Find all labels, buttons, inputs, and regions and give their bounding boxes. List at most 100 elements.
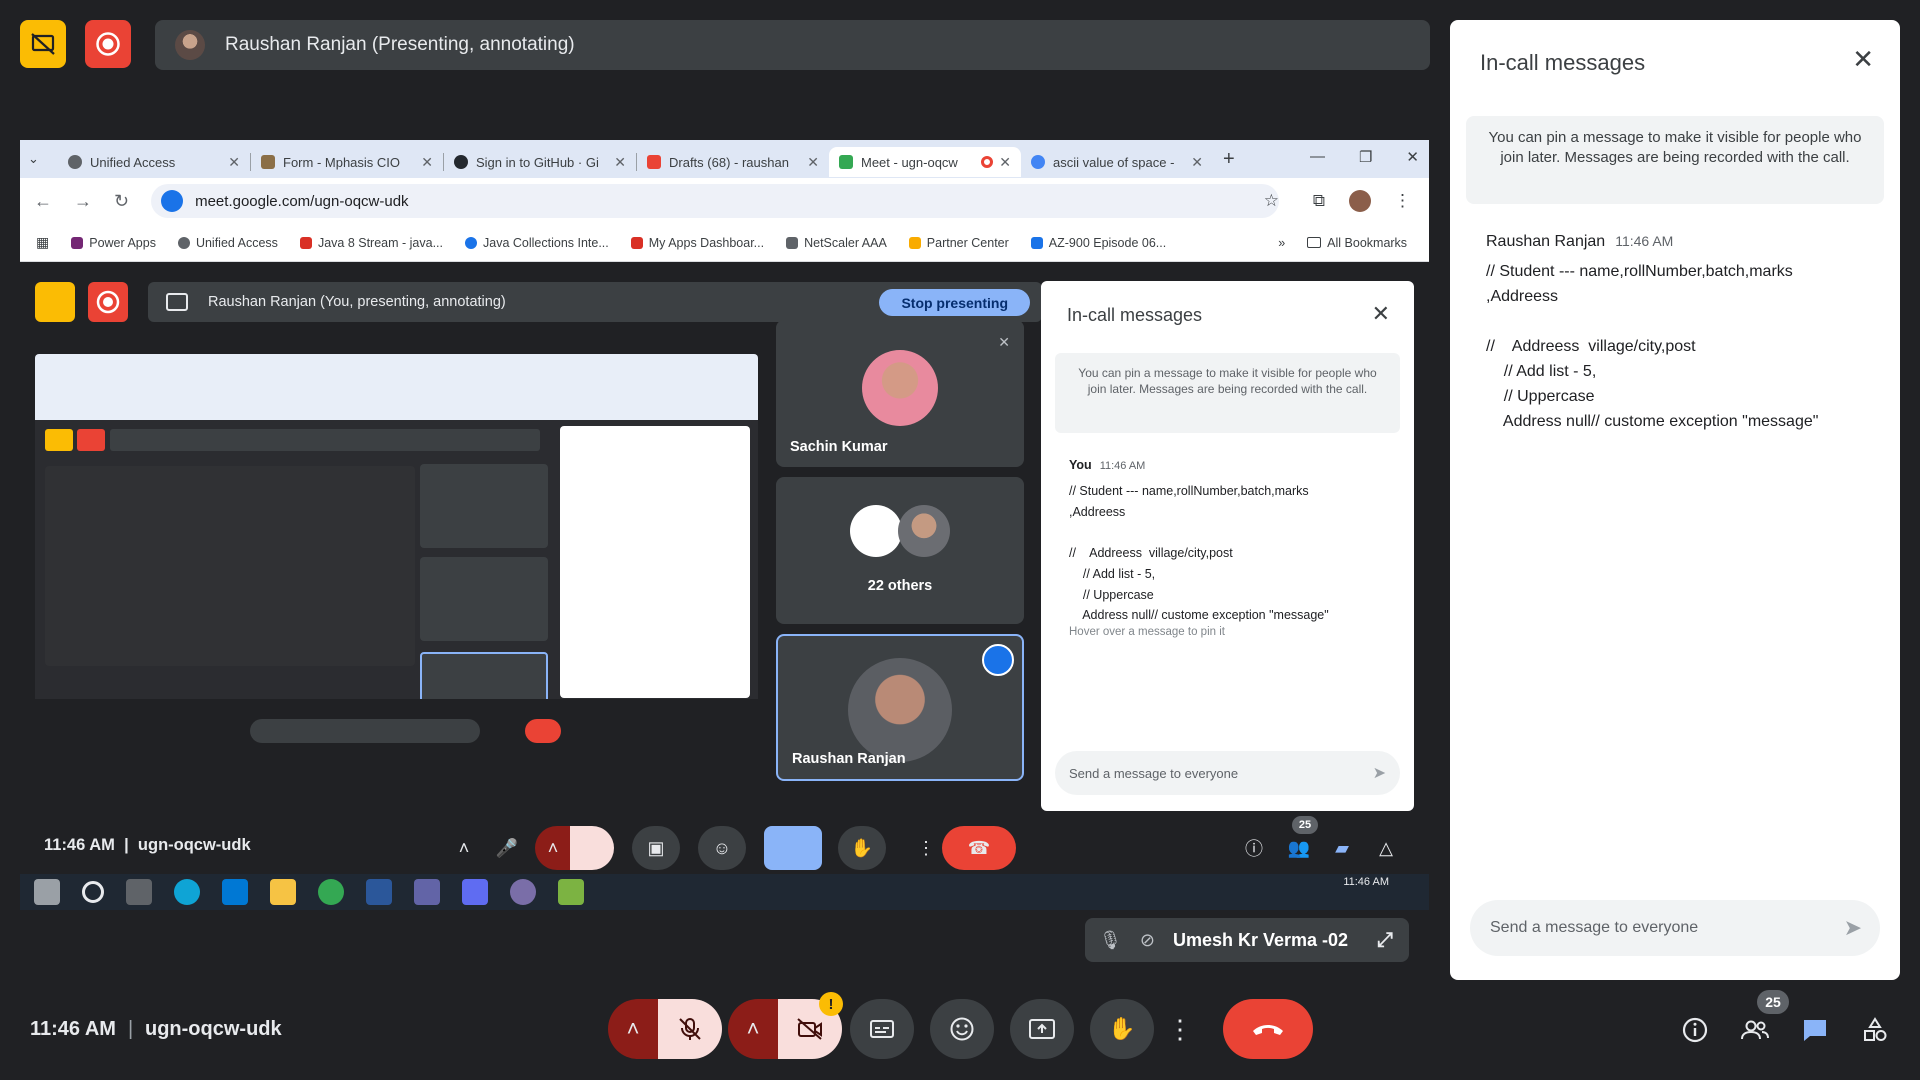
browser-tab[interactable]: ascii value of space - ✕ xyxy=(1021,147,1213,177)
close-icon[interactable]: ✕ xyxy=(421,154,433,171)
extensions-icon[interactable]: ⧉ xyxy=(1313,191,1325,211)
close-icon[interactable]: ✕ xyxy=(999,154,1011,171)
eclipse-icon[interactable] xyxy=(510,879,536,905)
bookmarks-bar: ▦ Power Apps Unified Access Java 8 Strea… xyxy=(20,224,1429,262)
star-icon[interactable]: ☆ xyxy=(1264,191,1279,211)
url-field[interactable]: meet.google.com/ugn-oqcw-udk xyxy=(151,184,1279,218)
browser-tab[interactable]: Sign in to GitHub · Gi ✕ xyxy=(444,147,636,177)
browser-tab[interactable]: Drafts (68) - raushan ✕ xyxy=(637,147,829,177)
activities-button[interactable] xyxy=(1857,1012,1893,1048)
meeting-info-button[interactable] xyxy=(1677,1012,1713,1048)
more-options-button[interactable]: ⋮ xyxy=(1160,999,1200,1059)
mic-toggle-button[interactable] xyxy=(658,999,722,1059)
google-icon xyxy=(1031,155,1045,169)
chrome-icon[interactable] xyxy=(318,879,344,905)
notepad-icon[interactable] xyxy=(558,879,584,905)
chevron-up-icon: ˄ xyxy=(746,1016,760,1041)
outlook-icon[interactable] xyxy=(222,879,248,905)
browser-menu-icon[interactable]: ⋮ xyxy=(1394,191,1411,211)
present-icon[interactable] xyxy=(764,826,822,870)
bookmark[interactable]: Java 8 Stream - java... xyxy=(299,236,443,250)
pinned-participant-label[interactable]: 🎙 ⊘ Umesh Kr Verma -02 ⤢ xyxy=(1085,918,1409,962)
emoji-button[interactable] xyxy=(930,999,994,1059)
meeting-code: ugn-oqcw-udk xyxy=(145,1018,282,1040)
chevron-up-icon: ˄ xyxy=(626,1016,640,1041)
form-icon xyxy=(261,155,275,169)
emoji-icon[interactable]: ☺ xyxy=(698,826,746,870)
camera-off-icon[interactable]: ˄ xyxy=(535,826,571,870)
participant-tile[interactable]: 22 others xyxy=(776,477,1024,624)
word-icon[interactable] xyxy=(366,879,392,905)
apps-grid-icon[interactable]: ▦ xyxy=(36,234,49,251)
people-icon xyxy=(1741,1020,1769,1040)
browser-tab[interactable]: Form - Mphasis CIO ✕ xyxy=(251,147,443,177)
chevron-up-icon[interactable]: ˄ xyxy=(440,826,488,870)
message-input[interactable]: Send a message to everyone ➤ xyxy=(1470,900,1880,956)
close-icon[interactable]: ✕ xyxy=(228,154,240,171)
minimize-icon[interactable]: — xyxy=(1310,148,1325,166)
video-options-button[interactable]: ˄ xyxy=(728,999,778,1059)
captions-button[interactable] xyxy=(850,999,914,1059)
close-icon[interactable]: ✕ xyxy=(1191,154,1203,171)
bookmark[interactable]: My Apps Dashboar... xyxy=(630,236,764,250)
hand-icon[interactable]: ✋ xyxy=(838,826,886,870)
bookmark[interactable]: Java Collections Inte... xyxy=(465,236,609,250)
intellij-icon[interactable] xyxy=(462,879,488,905)
reload-icon[interactable]: ↻ xyxy=(114,191,129,212)
raise-hand-button[interactable]: ✋ xyxy=(1090,999,1154,1059)
close-icon[interactable]: ✕ xyxy=(614,154,626,171)
browser-tab-active[interactable]: Meet - ugn-oqcw ✕ xyxy=(829,147,1021,177)
site-info-icon[interactable] xyxy=(161,190,184,212)
browser-tab-strip: ⌄ Unified Access ✕ Form - Mphasis CIO ✕ Si… xyxy=(20,140,1429,178)
participant-tile-active[interactable]: Raushan Ranjan xyxy=(776,634,1024,781)
send-icon[interactable]: ➤ xyxy=(1373,763,1386,783)
leave-call-button[interactable] xyxy=(1223,999,1313,1059)
window-close-icon[interactable]: ✕ xyxy=(1406,148,1419,166)
present-button[interactable] xyxy=(1010,999,1074,1059)
captions-icon[interactable]: ▣ xyxy=(632,826,680,870)
chat-panel: In-call messages ✕ You can pin a message… xyxy=(1450,20,1900,980)
people-button[interactable] xyxy=(1737,1012,1773,1048)
more-bookmarks-icon[interactable]: » xyxy=(1278,236,1285,250)
inner-presenter-bar: Raushan Ranjan (You, presenting, annotat… xyxy=(148,282,1042,322)
bookmark[interactable]: Partner Center xyxy=(908,236,1009,250)
file-explorer-icon[interactable] xyxy=(270,879,296,905)
bookmark[interactable]: AZ-900 Episode 06... xyxy=(1030,236,1166,250)
bookmark[interactable]: NetScaler AAA xyxy=(786,236,887,250)
audio-options-button[interactable]: ˄ xyxy=(608,999,658,1059)
new-tab-icon[interactable]: + xyxy=(1223,148,1235,171)
edge-icon[interactable] xyxy=(174,879,200,905)
bookmark[interactable]: Unified Access xyxy=(177,236,278,250)
bookmark[interactable]: Power Apps xyxy=(71,236,156,250)
recording-dot-icon xyxy=(981,156,994,168)
profile-avatar[interactable] xyxy=(1349,190,1371,212)
close-icon[interactable]: ✕ xyxy=(807,154,819,171)
close-icon[interactable]: ✕ xyxy=(1372,301,1390,327)
activities-icon[interactable]: △ xyxy=(1362,826,1410,870)
restore-icon[interactable]: ❐ xyxy=(1359,148,1372,166)
message-input[interactable]: Send a message to everyone ➤ xyxy=(1055,751,1400,795)
forward-icon[interactable]: → xyxy=(74,191,92,212)
recording-indicator-button[interactable] xyxy=(85,20,131,68)
fullscreen-icon[interactable]: ⤢ xyxy=(1377,929,1393,952)
end-call-icon[interactable]: ☎ xyxy=(942,826,1016,870)
info-icon[interactable]: ⓘ xyxy=(1230,826,1278,870)
chat-icon[interactable]: ▰ xyxy=(1318,826,1366,870)
chat-button[interactable] xyxy=(1797,1012,1833,1048)
browser-tab[interactable]: Unified Access ✕ xyxy=(58,147,250,177)
teams-icon[interactable] xyxy=(414,879,440,905)
participant-count-badge: 25 xyxy=(1757,990,1789,1014)
stop-sharing-indicator-button[interactable] xyxy=(20,20,66,68)
stop-presenting-button[interactable]: Stop presenting xyxy=(879,289,1030,316)
back-icon[interactable]: ← xyxy=(34,191,52,212)
send-icon[interactable]: ➤ xyxy=(1844,915,1862,941)
task-view-icon[interactable] xyxy=(126,879,152,905)
close-icon[interactable]: ✕ xyxy=(1852,44,1874,75)
all-bookmarks[interactable]: All Bookmarks xyxy=(1307,236,1407,250)
mic-icon[interactable]: 🎤 xyxy=(483,826,531,870)
windows-start-icon[interactable] xyxy=(34,879,60,905)
camera-off-icon[interactable] xyxy=(570,826,614,870)
search-icon[interactable] xyxy=(82,881,104,903)
participant-tile[interactable]: ✕ Sachin Kumar xyxy=(776,320,1024,467)
tab-search-icon[interactable]: ⌄ xyxy=(28,151,58,167)
